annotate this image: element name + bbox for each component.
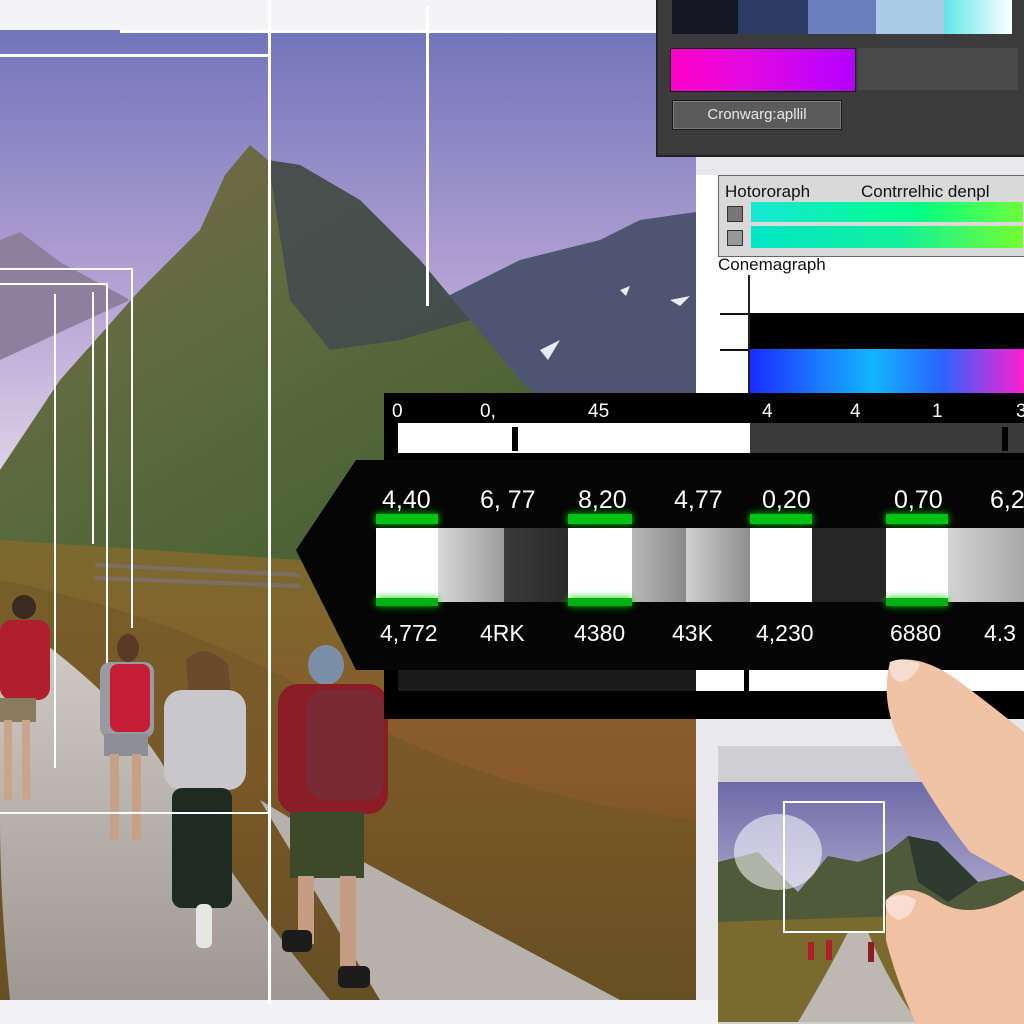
value-cell-white[interactable] <box>568 528 632 602</box>
value-cell-grey[interactable] <box>632 528 686 602</box>
value-bottom: 4,772 <box>380 620 438 646</box>
scale-label: 1 <box>932 401 943 422</box>
timeline-marker[interactable] <box>512 427 518 451</box>
layer-checkbox-1[interactable] <box>727 206 743 222</box>
value-top: 0,20 <box>762 486 811 514</box>
timeline-marker[interactable] <box>1002 427 1008 451</box>
layers-header: Hotororaph Contrrelhic denpl <box>718 175 1024 257</box>
value-cell-grey[interactable] <box>948 528 1024 602</box>
frame-guide-top-2 <box>120 30 660 33</box>
swatch-navy[interactable] <box>738 0 808 34</box>
frame-guide-inner-1 <box>0 268 132 270</box>
swatch-blue[interactable] <box>808 0 876 34</box>
frame-guide-inner-4 <box>106 283 108 663</box>
frame-guide-bottom <box>0 812 268 814</box>
value-top: 4,40 <box>382 486 431 514</box>
value-cell-white[interactable] <box>886 528 948 602</box>
layer-gradient-teal[interactable] <box>751 226 1023 248</box>
frame-guide-vertical-2 <box>426 6 429 306</box>
scale-label: 0 <box>392 401 403 422</box>
value-bottom: 4RK <box>480 620 525 646</box>
panel-tick <box>720 313 750 315</box>
scale-label: 4 <box>850 401 861 422</box>
value-bottom: 6880 <box>890 620 942 646</box>
layer-checkbox-2[interactable] <box>727 230 743 246</box>
timeline-bottom-shade <box>398 667 696 691</box>
cell-highlight-bottom <box>376 598 438 606</box>
layer-gradient-green[interactable] <box>751 202 1023 222</box>
apply-button[interactable]: Cronwarg:apllil <box>672 100 842 130</box>
value-top: 8,20 <box>578 486 627 514</box>
layer-black-strip[interactable] <box>750 313 1024 349</box>
cell-highlight <box>750 514 812 524</box>
scale-label: 3 <box>1016 401 1024 422</box>
layers-panel: Hotororaph Contrrelhic denpl Conemagraph <box>696 175 1024 393</box>
scale-label: 0, <box>480 401 496 422</box>
value-top: 6, 77 <box>480 486 536 514</box>
cell-highlight-bottom <box>568 598 632 606</box>
panel-tick <box>720 349 750 351</box>
value-strip[interactable]: 4,40 6, 77 8,20 4,77 0,20 0,70 6,2 4,772… <box>296 460 1024 670</box>
value-bottom: 4.3 <box>984 620 1016 646</box>
cell-highlight <box>376 514 438 524</box>
scale-label: 45 <box>588 401 610 422</box>
value-top: 4,77 <box>674 486 723 514</box>
frame-guide-top <box>0 54 268 57</box>
swatch-black[interactable] <box>672 0 738 34</box>
scale-label: 4 <box>762 401 773 422</box>
cell-highlight <box>568 514 632 524</box>
swatch-light-blue[interactable] <box>876 0 944 34</box>
value-cell-grey[interactable] <box>438 528 504 602</box>
frame-guide-inner-3 <box>0 283 108 285</box>
value-bottom: 4380 <box>574 620 626 646</box>
magenta-gradient-bar[interactable] <box>670 48 856 92</box>
value-cell-white[interactable] <box>750 528 812 602</box>
hand-pointer-icon <box>886 659 1024 882</box>
gradient-bar-track <box>858 48 1018 90</box>
layers-footer-label: Conemagraph <box>718 255 826 274</box>
hand-pointer-icon-secondary <box>885 890 1024 1024</box>
cell-highlight <box>886 514 948 524</box>
layers-title-right: Contrrelhic denpl <box>861 182 990 201</box>
frame-guide-inner-2 <box>131 268 133 628</box>
value-cell-white[interactable] <box>376 528 438 602</box>
cell-highlight-bottom <box>886 598 948 606</box>
value-top: 6,2 <box>990 486 1024 514</box>
frame-guide-vertical-1 <box>268 0 271 1004</box>
value-bottom: 4,230 <box>756 620 814 646</box>
swatch-white[interactable] <box>944 0 1012 34</box>
timeline-shade <box>750 423 1024 453</box>
layer-blue-gradient[interactable] <box>750 349 1024 393</box>
timeline-track[interactable] <box>398 423 1024 453</box>
value-bottom: 43K <box>672 620 713 646</box>
frame-guide-inner-6 <box>54 294 56 768</box>
frame-guide-inner-5 <box>92 292 94 544</box>
layers-title-left: Hotororaph <box>725 182 811 201</box>
color-gradient-panel: Cronwarg:apllil <box>656 0 1024 157</box>
value-cell-dark[interactable] <box>812 528 886 602</box>
value-cell-dark[interactable] <box>504 528 568 602</box>
playhead-marker[interactable] <box>744 667 749 691</box>
value-cell-grey[interactable] <box>686 528 750 602</box>
value-top: 0,70 <box>894 486 943 514</box>
